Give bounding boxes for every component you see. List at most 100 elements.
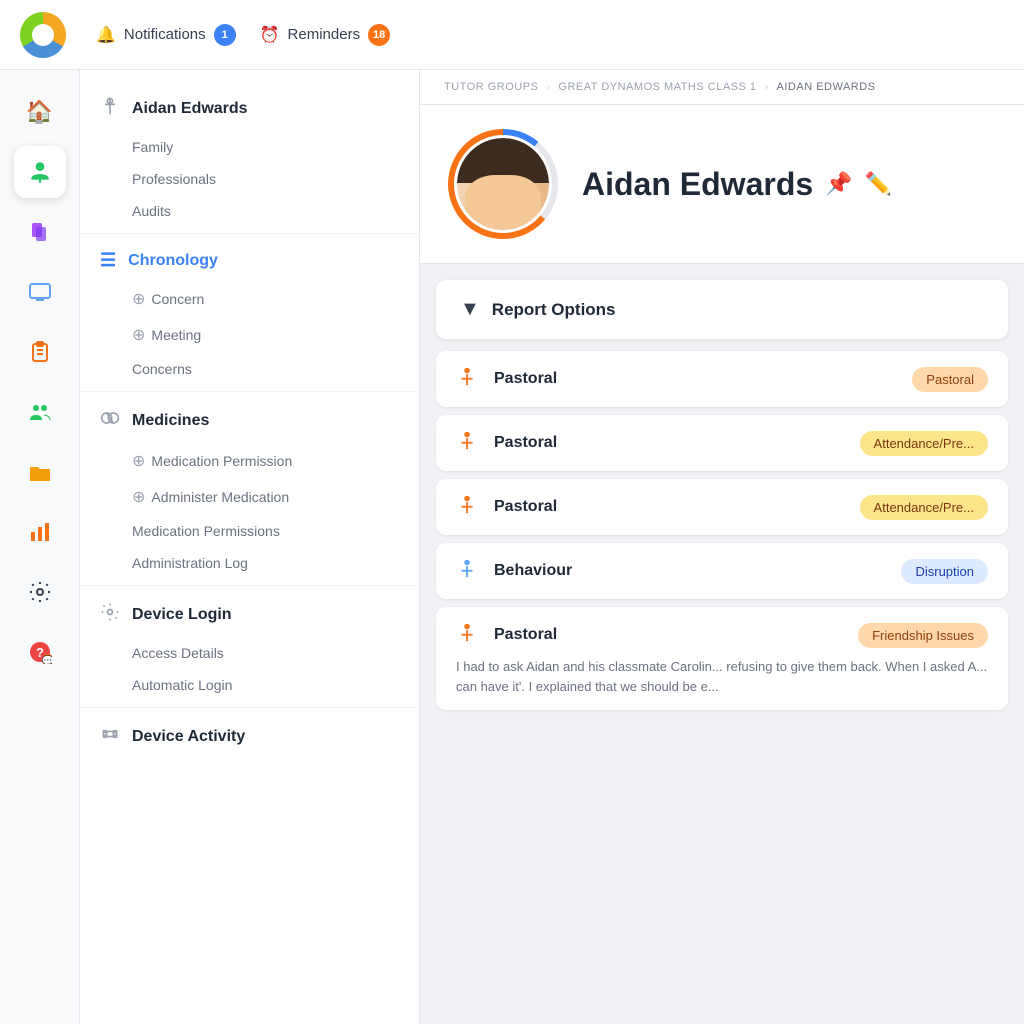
top-header: Notifications 1 Reminders 18 [0, 0, 1024, 70]
timeline-entry-5: Pastoral Friendship Issues I had to ask … [436, 607, 1008, 710]
nav-documents[interactable] [14, 206, 66, 258]
pin-button[interactable]: 📌 [825, 171, 852, 197]
student-name: Aidan Edwards [132, 100, 248, 118]
sidebar-add-meeting[interactable]: ⊕ Meeting [80, 317, 419, 353]
sidebar-student-item[interactable]: Aidan Edwards [80, 86, 419, 131]
notifications-label: Notifications [124, 26, 206, 43]
sidebar-section-chronology: ☰ Chronology ⊕ Concern ⊕ Meeting Concern… [80, 240, 419, 385]
add-meeting-label: Meeting [151, 327, 201, 343]
medicines-label: Medicines [132, 412, 209, 430]
breadcrumb-student[interactable]: AIDAN EDWARDS [777, 81, 876, 93]
notifications-badge: 1 [214, 24, 236, 46]
sidebar-audits[interactable]: Audits [80, 195, 419, 227]
sidebar-add-med-permission[interactable]: ⊕ Medication Permission [80, 443, 419, 479]
nav-help[interactable]: ? 💬 [14, 626, 66, 678]
sidebar: Aidan Edwards Family Professionals Audit… [80, 70, 420, 1024]
person-icon-pastoral-3 [456, 493, 478, 521]
notifications-nav-item[interactable]: Notifications 1 [96, 24, 236, 46]
filter-icon: ▼ [460, 298, 480, 321]
sidebar-section-medicines: Medicines ⊕ Medication Permission ⊕ Admi… [80, 398, 419, 579]
breadcrumb: TUTOR GROUPS › GREAT DYNAMOS MATHS CLASS… [420, 70, 1024, 105]
main-content: TUTOR GROUPS › GREAT DYNAMOS MATHS CLASS… [420, 70, 1024, 1024]
sidebar-device-activity-item[interactable]: Device Activity [80, 714, 419, 759]
avatar-face [457, 138, 549, 230]
timeline-entry-4: Behaviour Disruption [436, 543, 1008, 599]
profile-area: Aidan Edwards 📌 ✏️ [420, 105, 1024, 264]
reminders-badge: 18 [368, 24, 390, 46]
timeline-entry-2: Pastoral Attendance/Pre... [436, 415, 1008, 471]
plus-administer-icon: ⊕ [132, 487, 145, 507]
avatar-inner [454, 135, 552, 233]
add-concern-label: Concern [151, 291, 204, 307]
chronology-label: Chronology [128, 252, 218, 270]
nav-group[interactable] [14, 386, 66, 438]
entry-category-2: Pastoral [494, 434, 844, 452]
entry-tag-2: Attendance/Pre... [860, 431, 988, 456]
administer-medication-label: Administer Medication [151, 489, 289, 505]
sidebar-access-details[interactable]: Access Details [80, 637, 419, 669]
profile-name: Aidan Edwards [582, 166, 813, 203]
breadcrumb-sep-1: › [546, 80, 550, 94]
sidebar-add-concern[interactable]: ⊕ Concern [80, 281, 419, 317]
avatar-ring [448, 129, 558, 239]
plus-circle-meeting-icon: ⊕ [132, 325, 145, 345]
main-layout: 🏠 [0, 70, 1024, 1024]
person-icon-pastoral-1 [456, 365, 478, 393]
sidebar-administer-medication[interactable]: ⊕ Administer Medication [80, 479, 419, 515]
plus-circle-icon: ⊕ [132, 289, 145, 309]
nav-home[interactable]: 🏠 [14, 86, 66, 138]
breadcrumb-class[interactable]: GREAT DYNAMOS MATHS CLASS 1 [558, 81, 756, 93]
nav-chart[interactable] [14, 506, 66, 558]
timeline-entry-1: Pastoral Pastoral [436, 351, 1008, 407]
entry-tag-1: Pastoral [912, 367, 988, 392]
entry-tag-4: Disruption [901, 559, 988, 584]
logo[interactable] [20, 12, 66, 58]
avatar-face-skin [465, 175, 541, 230]
report-options-label: Report Options [492, 300, 616, 320]
report-options-card[interactable]: ▼ Report Options [436, 280, 1008, 339]
person-icon-behaviour [456, 557, 478, 585]
sidebar-device-login-item[interactable]: Device Login [80, 592, 419, 637]
person-icon-pastoral-2 [456, 429, 478, 457]
sidebar-chronology-item[interactable]: ☰ Chronology [80, 240, 419, 281]
timeline: Pastoral Pastoral Pastoral Attendance/Pr… [420, 339, 1024, 730]
entry-text-5: I had to ask Aidan and his classmate Car… [456, 657, 988, 696]
sidebar-section-device-login: Device Login Access Details Automatic Lo… [80, 592, 419, 701]
nav-folder[interactable] [14, 446, 66, 498]
breadcrumb-tutor-groups[interactable]: TUTOR GROUPS [444, 81, 538, 93]
timeline-entry-3: Pastoral Attendance/Pre... [436, 479, 1008, 535]
header-nav: Notifications 1 Reminders 18 [96, 24, 390, 46]
alarm-icon [260, 25, 280, 45]
sidebar-automatic-login[interactable]: Automatic Login [80, 669, 419, 701]
nav-person[interactable] [14, 146, 66, 198]
add-med-permission-label: Medication Permission [151, 453, 292, 469]
sidebar-concerns[interactable]: Concerns [80, 353, 419, 385]
entry-category-4: Behaviour [494, 562, 885, 580]
sidebar-medicines-item[interactable]: Medicines [80, 398, 419, 443]
nav-settings[interactable] [14, 566, 66, 618]
sidebar-administration-log[interactable]: Administration Log [80, 547, 419, 579]
entry-tag-5: Friendship Issues [858, 623, 988, 648]
entry-category-1: Pastoral [494, 370, 896, 388]
sidebar-family[interactable]: Family [80, 131, 419, 163]
device-login-icon [100, 602, 120, 627]
svg-text:💬: 💬 [41, 654, 51, 664]
entry-category-3: Pastoral [494, 498, 844, 516]
person-icon-pastoral-5 [456, 621, 478, 649]
chronology-icon: ☰ [100, 250, 116, 271]
edit-button[interactable]: ✏️ [865, 171, 892, 197]
device-activity-icon [100, 724, 120, 749]
plus-med-permission-icon: ⊕ [132, 451, 145, 471]
sidebar-professionals[interactable]: Professionals [80, 163, 419, 195]
breadcrumb-sep-2: › [765, 80, 769, 94]
profile-info: Aidan Edwards 📌 ✏️ [582, 166, 892, 203]
nav-clipboard[interactable] [14, 326, 66, 378]
device-login-label: Device Login [132, 606, 232, 624]
sidebar-medication-permissions[interactable]: Medication Permissions [80, 515, 419, 547]
reminders-nav-item[interactable]: Reminders 18 [260, 24, 390, 46]
entry-tag-3: Attendance/Pre... [860, 495, 988, 520]
nav-monitor[interactable] [14, 266, 66, 318]
student-icon [100, 96, 120, 121]
icon-bar: 🏠 [0, 70, 80, 1024]
medicines-icon [100, 408, 120, 433]
